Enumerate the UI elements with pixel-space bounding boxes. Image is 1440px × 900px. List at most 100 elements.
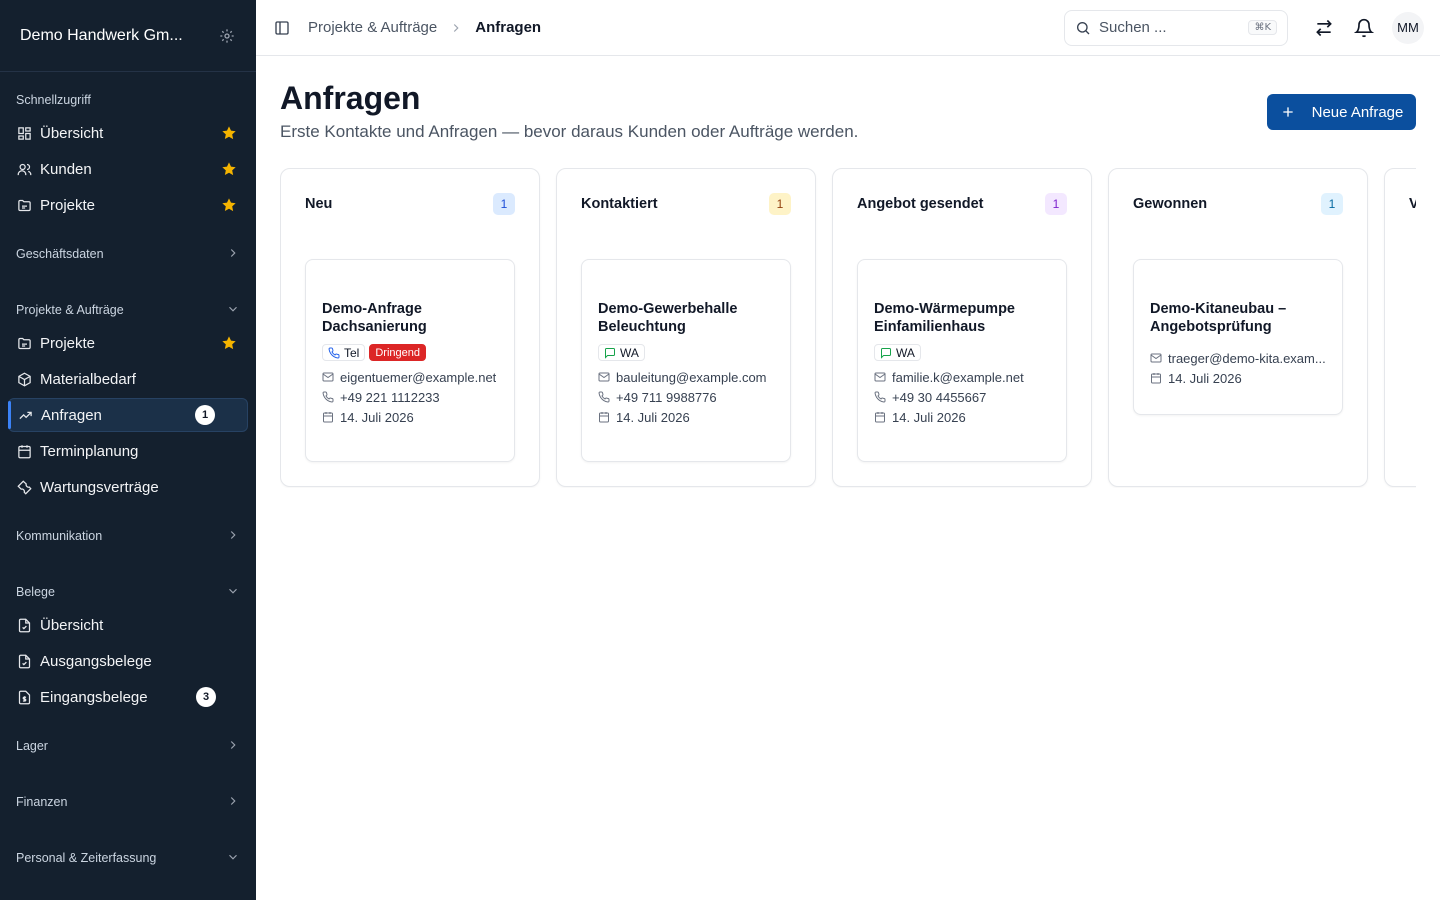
sidebar-section-title[interactable]: Belege (0, 580, 256, 604)
sidebar-section-title[interactable]: Kommunikation (0, 524, 256, 548)
sidebar-section-title: Schnellzugriff (0, 88, 256, 112)
sidebar-item-anfragen[interactable]: Anfragen 1 (8, 398, 248, 432)
tag-label: Tel (344, 345, 360, 360)
sidebar-item-eingangsbelege[interactable]: Eingangsbelege 3 (8, 680, 248, 714)
avatar[interactable]: MM (1392, 11, 1424, 44)
sidebar-section-geschaftsdaten: Geschäftsdaten (0, 242, 256, 266)
phone-icon (598, 391, 610, 403)
column-header: V (1409, 193, 1416, 215)
sidebar-section-title[interactable]: Projekte & Aufträge (0, 298, 256, 322)
request-card[interactable]: Demo-Wärmepumpe Einfamilienhaus WA familie.… (857, 259, 1067, 462)
new-request-button[interactable]: Neue Anfrage (1267, 94, 1416, 130)
sidebar-item-projekte[interactable]: Projekte (8, 326, 248, 360)
column-header: Gewonnen 1 (1133, 193, 1343, 215)
wrench-icon (16, 479, 32, 495)
star-icon[interactable] (220, 334, 238, 352)
card-email: eigentuemer@example.net (322, 367, 498, 387)
sidebar-item-label: Übersicht (40, 124, 104, 142)
sidebar-item-label: Terminplanung (40, 442, 139, 460)
card-title-line: Einfamilienhaus (874, 319, 986, 335)
sidebar-section-label: Kommunikation (16, 529, 103, 543)
request-card[interactable]: Demo-Gewerbehalle Beleuchtung WA bauleitung… (581, 259, 791, 462)
kanban-column-angebot-gesendet: Angebot gesendet 1 Demo-Wärmepumpe Einfamil… (832, 168, 1092, 487)
star-icon[interactable] (220, 196, 238, 214)
card-phone-text: +49 221 1112233 (340, 389, 440, 405)
card-date: 14. Juli 2026 (874, 407, 1050, 427)
sidebar-item-label: Kunden (40, 160, 92, 178)
card-tags: Tel Dringend (322, 344, 498, 361)
breadcrumb-parent[interactable]: Projekte & Aufträge (308, 19, 437, 36)
folder-icon (16, 197, 32, 213)
column-header: Kontaktiert 1 (581, 193, 791, 215)
sidebar-section-personal-zeiterfassung: Personal & Zeiterfassung (0, 846, 256, 870)
sidebar-item-label: Übersicht (40, 616, 104, 634)
file-check-icon (16, 653, 32, 669)
sidebar-item-label: Projekte (40, 196, 96, 214)
sidebar-section-title[interactable]: Lager (0, 734, 256, 758)
swap-icon[interactable] (1312, 16, 1336, 40)
sidebar-item-ubersicht[interactable]: Übersicht (8, 116, 248, 150)
card-date-text: 14. Juli 2026 (340, 409, 414, 425)
sidebar-item-terminplanung[interactable]: Terminplanung (8, 434, 248, 468)
request-card[interactable]: Demo-Kitaneubau – Angebotsprüfung traeger@… (1133, 259, 1343, 415)
breadcrumb: Projekte & Aufträge Anfragen (308, 19, 1064, 36)
card-phone: +49 711 9988776 (598, 387, 774, 407)
request-card[interactable]: Demo-Anfrage Dachsanierung Tel Dringend eige… (305, 259, 515, 462)
sidebar-item-projekte[interactable]: Projekte (8, 188, 248, 222)
column-title: Angebot gesendet (857, 196, 984, 212)
sidebar-section-label: Finanzen (16, 795, 68, 809)
card-phone: +49 30 4455667 (874, 387, 1050, 407)
card-email-text: traeger@demo-kita.exam... (1168, 350, 1326, 366)
column-header: Angebot gesendet 1 (857, 193, 1067, 215)
card-meta: traeger@demo-kita.exam... 14. Juli 2026 (1150, 348, 1326, 414)
calendar-icon (874, 411, 886, 423)
sidebar-section-title[interactable]: Finanzen (0, 790, 256, 814)
breadcrumb-current: Anfragen (475, 19, 542, 36)
chevron-down-icon (226, 584, 240, 601)
sidebar-section-schnellzugriff: Schnellzugriff Übersicht Kunden Projekte (0, 88, 256, 222)
trending-up-icon (17, 407, 33, 423)
chevron-down-icon (226, 302, 240, 319)
card-meta: bauleitung@example.com +49 711 9988776 14.… (598, 367, 774, 461)
column-count-badge: 1 (769, 193, 791, 215)
kanban-column-v: V (1384, 168, 1416, 487)
card-phone-text: +49 30 4455667 (892, 389, 987, 405)
star-icon[interactable] (220, 160, 238, 178)
bell-icon[interactable] (1352, 16, 1376, 40)
sidebar-section-label: Personal & Zeiterfassung (16, 851, 157, 865)
company-name[interactable]: Demo Handwerk Gm... (20, 27, 218, 45)
sidebar-item-materialbedarf[interactable]: Materialbedarf (8, 362, 248, 396)
sidebar-section-title[interactable]: Personal & Zeiterfassung (0, 846, 256, 870)
sidebar-toggle-icon[interactable] (272, 18, 292, 38)
search-placeholder: Suchen ... (1099, 19, 1167, 36)
search-input[interactable]: Suchen ... ⌘K (1064, 9, 1288, 46)
sidebar-item-label: Eingangsbelege (40, 688, 148, 706)
urgent-badge: Dringend (369, 344, 426, 361)
tag-label: Dringend (375, 346, 420, 359)
phone-icon (874, 391, 886, 403)
column-title: Kontaktiert (581, 196, 658, 212)
count-badge: 1 (195, 405, 215, 425)
gear-icon[interactable] (218, 27, 236, 45)
tag-label: WA (620, 345, 639, 360)
sidebar-item-label: Ausgangsbelege (40, 652, 152, 670)
sidebar-section-label: Belege (16, 585, 55, 599)
users-icon (16, 161, 32, 177)
sidebar-item-ubersicht[interactable]: Übersicht (8, 608, 248, 642)
page-subtitle: Erste Kontakte und Anfragen — bevor dara… (280, 122, 859, 141)
card-email: familie.k@example.net (874, 367, 1050, 387)
sidebar-section-title[interactable]: Geschäftsdaten (0, 242, 256, 266)
sidebar-item-wartungsvertrage[interactable]: Wartungsverträge (8, 470, 248, 504)
sidebar-item-kunden[interactable]: Kunden (8, 152, 248, 186)
card-date: 14. Juli 2026 (322, 407, 498, 427)
column-header: Neu 1 (305, 193, 515, 215)
star-icon[interactable] (220, 124, 238, 142)
sidebar-section-belege: Belege Übersicht Ausgangsbelege Eingangsbel… (0, 580, 256, 714)
count-badge: 3 (196, 687, 216, 707)
sidebar-header: Demo Handwerk Gm... (0, 0, 256, 72)
mail-icon (598, 371, 610, 383)
sidebar-item-ausgangsbelege[interactable]: Ausgangsbelege (8, 644, 248, 678)
calendar-icon (1150, 372, 1162, 384)
chevron-right-icon (226, 738, 240, 755)
card-phone-text: +49 711 9988776 (616, 389, 717, 405)
